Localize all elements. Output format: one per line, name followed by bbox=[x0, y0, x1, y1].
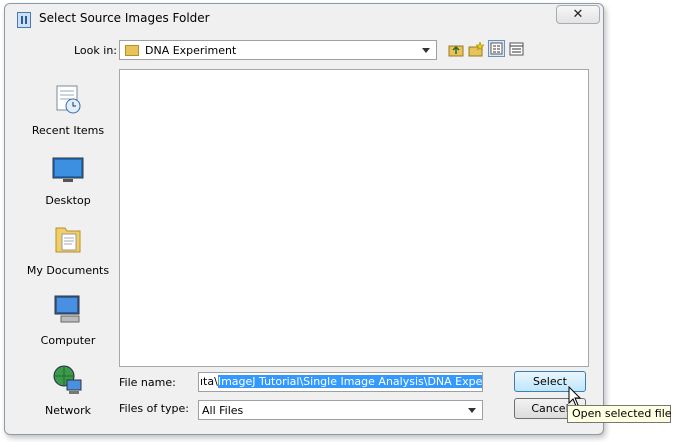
tooltip: Open selected file bbox=[567, 405, 672, 423]
place-label: Network bbox=[45, 404, 91, 417]
files-of-type-dropdown[interactable]: All Files bbox=[198, 400, 483, 420]
list-view-button[interactable] bbox=[488, 40, 505, 57]
look-in-value: DNA Experiment bbox=[145, 44, 237, 57]
up-one-level-button[interactable] bbox=[448, 41, 465, 58]
my-documents-icon bbox=[55, 227, 81, 253]
file-name-input[interactable]: ıta\ImageJ Tutorial\Single Image Analysi… bbox=[198, 372, 483, 392]
look-in-label: Look in: bbox=[74, 44, 117, 57]
details-view-button[interactable] bbox=[508, 41, 525, 58]
folder-icon bbox=[125, 45, 139, 56]
files-of-type-label: Files of type: bbox=[119, 402, 190, 415]
place-label: My Documents bbox=[26, 264, 110, 277]
chevron-down-icon bbox=[468, 408, 476, 413]
place-label: Desktop bbox=[45, 194, 91, 207]
title-bar[interactable]: Select Source Images Folder ✕ bbox=[5, 4, 603, 34]
details-view-icon bbox=[509, 42, 524, 56]
close-button[interactable]: ✕ bbox=[556, 5, 600, 24]
new-folder-icon bbox=[468, 41, 485, 57]
file-name-selection: ImageJ Tutorial\Single Image Analysis\DN… bbox=[217, 375, 482, 388]
file-name-prefix: ıta\ bbox=[200, 375, 218, 388]
recent-items-icon bbox=[56, 85, 81, 114]
file-list[interactable] bbox=[119, 69, 589, 367]
place-my-documents[interactable]: My Documents bbox=[19, 220, 117, 282]
app-icon bbox=[17, 12, 31, 28]
network-icon bbox=[53, 365, 82, 394]
place-network[interactable]: Network bbox=[19, 360, 117, 422]
files-of-type-value: All Files bbox=[202, 404, 244, 417]
places-bar: Recent Items Desktop My Documents Comput… bbox=[19, 70, 117, 420]
place-label: Recent Items bbox=[31, 124, 105, 137]
list-view-icon bbox=[490, 42, 503, 55]
new-folder-button[interactable] bbox=[468, 41, 485, 58]
place-computer[interactable]: Computer bbox=[19, 290, 117, 352]
computer-icon bbox=[54, 295, 80, 323]
look-in-dropdown[interactable]: DNA Experiment bbox=[119, 40, 437, 60]
chevron-down-icon bbox=[422, 48, 430, 53]
place-label: Computer bbox=[40, 334, 96, 347]
file-name-label: File name: bbox=[119, 376, 176, 389]
window-title: Select Source Images Folder bbox=[39, 11, 210, 25]
up-one-level-icon bbox=[448, 45, 464, 57]
place-desktop[interactable]: Desktop bbox=[19, 150, 117, 212]
place-recent-items[interactable]: Recent Items bbox=[19, 80, 117, 142]
desktop-icon bbox=[52, 157, 84, 182]
dialog-window: Select Source Images Folder ✕ Look in: D… bbox=[4, 3, 604, 435]
